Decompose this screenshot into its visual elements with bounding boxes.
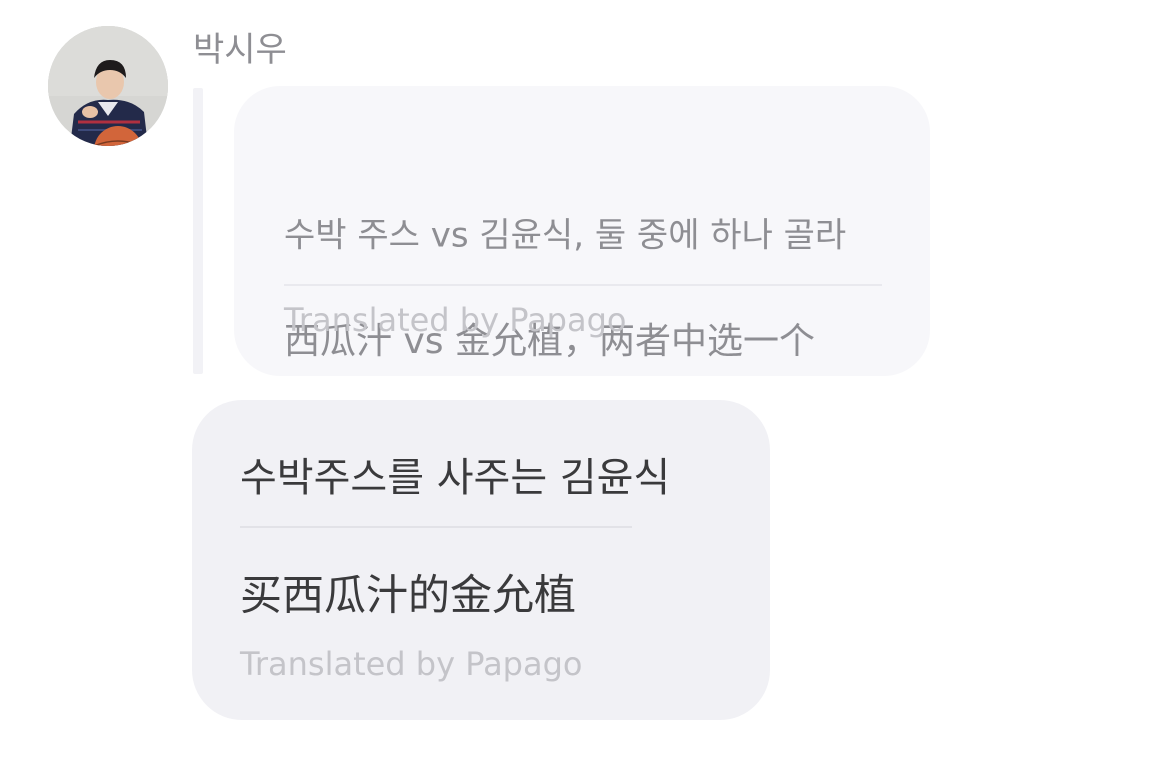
message-translated-text: 买西瓜汁的金允植 — [240, 570, 577, 620]
message-original-text: 수박주스를 사주는 김윤식 — [240, 455, 671, 501]
sender-name: 박시우 — [193, 30, 287, 70]
reply-indicator — [193, 88, 203, 374]
reply-quote-bubble[interactable]: 수박 주스 vs 김윤식, 둘 중에 하나 골라 西瓜汁 vs 金允植，两者中选… — [234, 86, 930, 376]
avatar-photo-icon — [48, 26, 168, 146]
message-divider — [240, 526, 632, 528]
quote-original-text: 수박 주스 vs 김윤식, 둘 중에 하나 골라 — [284, 215, 847, 256]
sender-avatar[interactable] — [48, 26, 168, 146]
message-bubble[interactable]: 수박주스를 사주는 김윤식 买西瓜汁的金允植 Translated by Pap… — [192, 400, 770, 720]
quote-divider — [284, 284, 882, 286]
message-translation-credit: Translated by Papago — [240, 645, 583, 683]
quote-translation-credit: Translated by Papago — [284, 301, 627, 339]
